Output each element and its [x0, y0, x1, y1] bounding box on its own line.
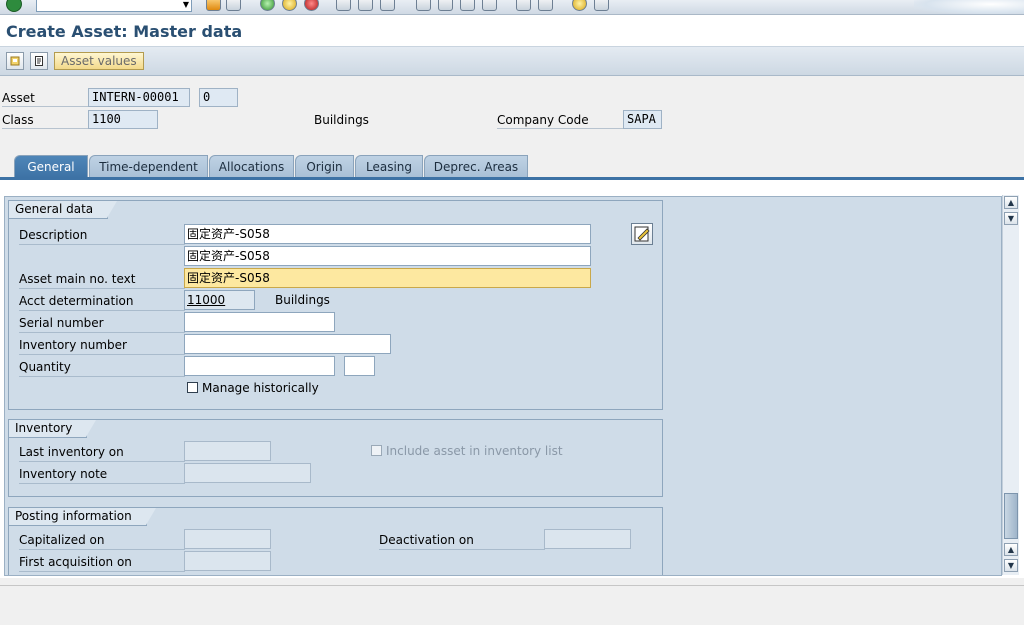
title-bar: Create Asset: Master data — [0, 15, 1024, 47]
status-bar — [0, 585, 1024, 625]
deactivation-on-field[interactable] — [544, 529, 631, 549]
deactivation-on-label: Deactivation on — [379, 530, 545, 550]
find-next-icon[interactable] — [380, 0, 395, 11]
page-title: Create Asset: Master data — [6, 22, 243, 41]
system-toolbar: ▼ — [0, 0, 1024, 15]
manage-historically-label: Manage historically — [202, 381, 319, 395]
shortcut-icon[interactable] — [538, 0, 553, 11]
quantity-field[interactable] — [184, 356, 335, 376]
tab-origin[interactable]: Origin — [295, 155, 354, 177]
posting-information-group: Posting information Capitalized on Deact… — [8, 507, 663, 575]
help-icon[interactable] — [572, 0, 587, 11]
general-tab-panel: General data Description 固定资产-S058 固定资产-… — [4, 196, 1002, 576]
inventory-note-label: Inventory note — [19, 464, 185, 484]
serial-number-field[interactable] — [184, 312, 335, 332]
first-acquisition-on-label: First acquisition on — [19, 552, 185, 572]
last-inventory-field[interactable] — [184, 441, 271, 461]
description-label: Description — [19, 225, 185, 245]
edit-long-text-button[interactable] — [631, 223, 653, 245]
chevron-down-icon[interactable]: ▼ — [183, 0, 189, 9]
asset-main-no-text-field[interactable]: 固定资产-S058 — [184, 268, 591, 288]
quantity-label: Quantity — [19, 357, 185, 377]
exit-icon[interactable] — [282, 0, 297, 11]
first-page-icon[interactable] — [416, 0, 431, 11]
command-field[interactable]: ▼ — [36, 0, 192, 12]
asset-main-no-text-label: Asset main no. text — [19, 269, 185, 289]
last-inventory-label: Last inventory on — [19, 442, 185, 462]
create-session-icon[interactable] — [516, 0, 531, 11]
edit-icon — [634, 226, 650, 242]
tab-content: General data Description 固定资产-S058 固定资产-… — [0, 180, 1024, 578]
class-text: Buildings — [314, 113, 369, 127]
serial-number-label: Serial number — [19, 313, 185, 333]
tab-deprec-areas[interactable]: Deprec. Areas — [424, 155, 528, 177]
include-in-inventory-list-label: Include asset in inventory list — [386, 444, 563, 458]
scroll-page-down-icon[interactable]: ▼ — [1004, 559, 1018, 572]
description-field-1[interactable]: 固定资产-S058 — [184, 224, 591, 244]
inventory-note-field[interactable] — [184, 463, 311, 483]
company-code-label: Company Code — [497, 111, 623, 129]
inventory-number-label: Inventory number — [19, 335, 185, 355]
inventory-group: Inventory Last inventory on Include asse… — [8, 419, 663, 497]
back-icon[interactable] — [260, 0, 275, 11]
include-in-inventory-list-checkbox[interactable] — [371, 445, 382, 456]
general-data-title: General data — [9, 201, 118, 219]
posting-information-title: Posting information — [9, 508, 156, 526]
manage-historically-checkbox[interactable] — [187, 382, 198, 393]
print-icon[interactable] — [336, 0, 351, 11]
other-asset-icon — [10, 56, 20, 66]
application-toolbar: Asset values — [0, 47, 1024, 76]
document-icon — [35, 56, 43, 66]
acct-determination-label: Acct determination — [19, 291, 185, 311]
asset-label: Asset — [2, 89, 88, 107]
inventory-title: Inventory — [9, 420, 97, 438]
class-label: Class — [2, 111, 88, 129]
acct-determination-text: Buildings — [275, 293, 330, 307]
asset-values-button[interactable]: Asset values — [54, 52, 144, 70]
scrollbar-thumb[interactable] — [1004, 493, 1018, 539]
capitalized-on-field[interactable] — [184, 529, 271, 549]
layout-icon[interactable] — [594, 0, 609, 11]
sap-logo-glow — [914, 0, 1024, 14]
scroll-up-icon[interactable]: ▲ — [1004, 196, 1018, 209]
last-page-icon[interactable] — [482, 0, 497, 11]
tab-allocations[interactable]: Allocations — [209, 155, 294, 177]
capitalized-on-label: Capitalized on — [19, 530, 185, 550]
next-page-icon[interactable] — [460, 0, 475, 11]
enter-icon[interactable] — [6, 0, 22, 12]
class-field: 1100 — [88, 110, 158, 129]
description-field-2[interactable]: 固定资产-S058 — [184, 246, 591, 266]
cancel-icon[interactable] — [304, 0, 319, 11]
previous-page-icon[interactable] — [438, 0, 453, 11]
asset-number-field: INTERN-00001 — [88, 88, 190, 107]
find-icon[interactable] — [358, 0, 373, 11]
quantity-unit-field[interactable] — [344, 356, 375, 376]
inventory-number-field[interactable] — [184, 334, 391, 354]
display-document-button[interactable] — [30, 52, 48, 70]
general-data-group: General data Description 固定资产-S058 固定资产-… — [8, 200, 663, 410]
acct-determination-field[interactable]: 11000 — [184, 290, 255, 310]
other-asset-button[interactable] — [6, 52, 24, 70]
tab-leasing[interactable]: Leasing — [355, 155, 423, 177]
save-icon[interactable] — [206, 0, 221, 11]
tab-time-dependent[interactable]: Time-dependent — [89, 155, 208, 177]
scroll-page-up-icon[interactable]: ▲ — [1004, 543, 1018, 556]
vertical-scrollbar[interactable]: ▲ ▼ ▲ ▼ — [1002, 195, 1019, 575]
save-icon-alt[interactable] — [226, 0, 241, 11]
asset-subnumber-field: 0 — [199, 88, 238, 107]
first-acquisition-on-field[interactable] — [184, 551, 271, 571]
scroll-down-icon[interactable]: ▼ — [1004, 212, 1018, 225]
company-code-field: SAPA — [623, 110, 662, 129]
tab-general[interactable]: General — [14, 155, 88, 178]
